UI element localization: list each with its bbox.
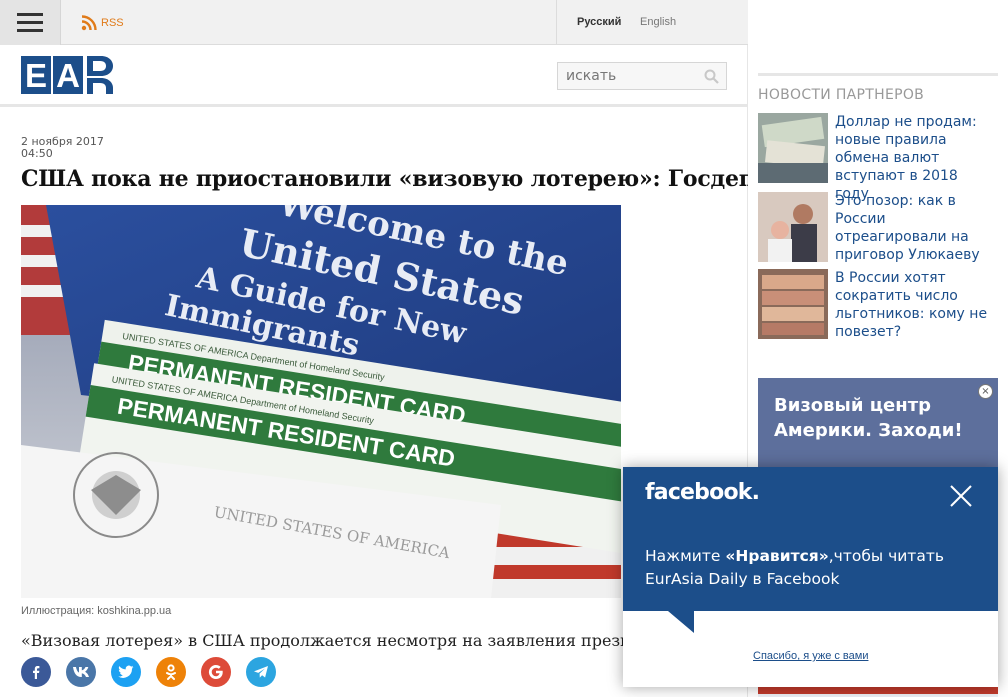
partner-news-title[interactable]: В России хотят сократить число льготнико…	[835, 269, 995, 341]
telegram-share-icon[interactable]	[246, 657, 276, 687]
twitter-share-icon[interactable]	[111, 657, 141, 687]
vk-share-icon[interactable]	[66, 657, 96, 687]
facebook-popup-pointer	[668, 611, 694, 633]
site-logo[interactable]: E A	[21, 56, 127, 96]
share-buttons	[21, 657, 276, 687]
partner-news-item[interactable]: Это позор: как в России отреагировали на…	[758, 192, 998, 264]
ad-text: Визовый центр Америки. Заходи!	[774, 395, 963, 441]
message-prefix: Нажмите	[645, 547, 726, 565]
site-header: E A	[0, 45, 748, 107]
facebook-logo: facebook.	[645, 480, 760, 505]
message-like: «Нравится»	[725, 547, 829, 565]
partner-news-thumbnail	[758, 192, 828, 262]
logo-letter-a: A	[53, 56, 83, 94]
search-input[interactable]	[558, 63, 698, 89]
ad-close-icon[interactable]: ×	[978, 384, 993, 399]
already-following-link[interactable]: Спасибо, я уже с вами	[753, 650, 868, 662]
rss-link[interactable]: RSS	[81, 14, 124, 32]
partner-news-title[interactable]: Доллар не продам: новые правила обмена в…	[835, 113, 995, 203]
article-lead: «Визовая лотерея» в США продолжается нес…	[21, 631, 661, 650]
facebook-popup: facebook. Нажмите «Нравится»,чтобы читат…	[623, 467, 998, 687]
lang-russian[interactable]: Русский	[577, 16, 621, 28]
facebook-popup-message: Нажмите «Нравится»,чтобы читать EurAsia …	[645, 545, 965, 591]
article-title: США пока не приостановили «визовую лотер…	[21, 166, 755, 192]
lang-english[interactable]: English	[640, 16, 676, 28]
facebook-popup-header: facebook. Нажмите «Нравится»,чтобы читат…	[623, 467, 998, 611]
rss-label: RSS	[101, 17, 124, 29]
photo-caption: Иллюстрация: koshkina.pp.ua	[21, 605, 172, 617]
partner-news-title[interactable]: Это позор: как в России отреагировали на…	[835, 192, 995, 264]
facebook-share-icon[interactable]	[21, 657, 51, 687]
partner-news-thumbnail	[758, 269, 828, 339]
article-photo: Welcome to the United States A Guide for…	[21, 205, 621, 598]
page: RSS Русский English E A искать 2 ноября …	[0, 0, 1008, 697]
google-share-icon[interactable]	[201, 657, 231, 687]
close-icon[interactable]	[950, 485, 972, 507]
logo-letter-d	[85, 56, 115, 94]
logo-letter-e: E	[21, 56, 51, 94]
language-switcher: Русский English	[556, 0, 748, 45]
article-date-time: 04:50	[21, 147, 53, 160]
partner-news-thumbnail	[758, 113, 828, 183]
partner-news-item[interactable]: В России хотят сократить число льготнико…	[758, 269, 998, 341]
partners-news-heading: НОВОСТИ ПАРТНЕРОВ	[758, 87, 925, 103]
article-date: 2 ноября 2017 04:50	[21, 136, 104, 160]
top-bar: RSS Русский English	[0, 0, 748, 45]
sidebar-divider	[758, 73, 998, 76]
search-box[interactable]	[557, 62, 727, 90]
search-icon[interactable]	[704, 69, 719, 84]
rss-icon	[81, 15, 97, 31]
hamburger-menu-icon[interactable]	[0, 0, 61, 45]
partner-news-item[interactable]: Доллар не продам: новые правила обмена в…	[758, 113, 998, 202]
odnoklassniki-share-icon[interactable]	[156, 657, 186, 687]
